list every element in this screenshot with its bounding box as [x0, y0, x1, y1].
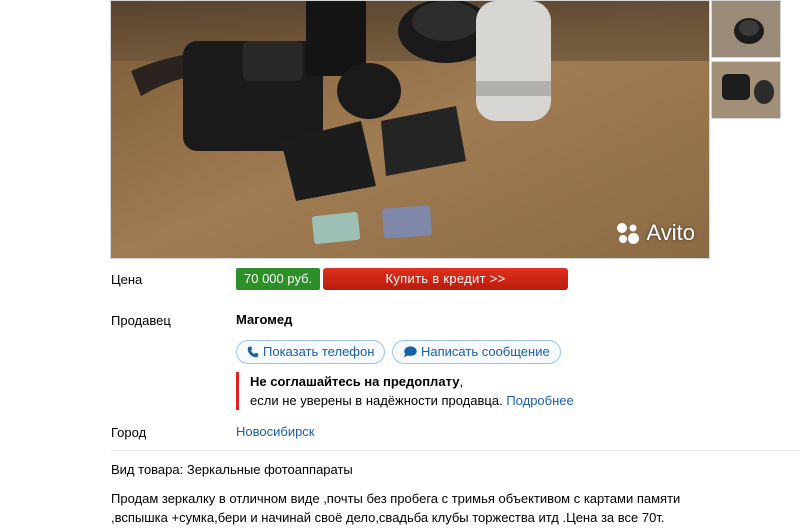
phone-icon — [247, 346, 259, 358]
item-category: Вид товара: Зеркальные фотоаппараты — [111, 462, 353, 477]
thumbnail-1[interactable] — [711, 0, 781, 58]
seller-name: Магомед — [236, 312, 293, 327]
warning-title-line: Не соглашайтесь на предоплату, — [250, 372, 574, 391]
show-phone-label: Показать телефон — [263, 344, 375, 359]
thumbnail-image — [712, 62, 780, 118]
warning-title: Не соглашайтесь на предоплату — [250, 374, 460, 389]
item-description: Продам зеркалку в отличном виде ,почты б… — [111, 491, 681, 525]
avito-watermark: Avito — [615, 220, 695, 246]
warning-text: если не уверены в надёжности продавца. — [250, 393, 503, 408]
warning-more-link[interactable]: Подробнее — [506, 393, 573, 408]
write-message-button[interactable]: Написать сообщение — [392, 340, 561, 364]
price-label: Цена — [111, 272, 143, 287]
section-divider — [111, 450, 800, 451]
thumbnail-2[interactable] — [711, 61, 781, 119]
seller-label: Продавец — [111, 313, 171, 328]
city-label: Город — [111, 425, 147, 440]
message-bubble-icon — [403, 346, 417, 358]
prepayment-warning: Не соглашайтесь на предоплату, если не у… — [236, 372, 574, 410]
show-phone-button[interactable]: Показать телефон — [236, 340, 386, 364]
main-photo[interactable]: Avito — [110, 0, 710, 259]
price-badge: 70 000 руб. — [236, 268, 321, 290]
watermark-text: Avito — [646, 220, 695, 245]
avito-logo-icon — [617, 223, 640, 244]
write-message-label: Написать сообщение — [421, 344, 550, 359]
city-link[interactable]: Новосибирск — [236, 424, 315, 439]
thumbnail-image — [712, 1, 780, 57]
warning-title-suffix: , — [459, 374, 464, 389]
warning-text-line: если не уверены в надёжности продавца. П… — [250, 391, 574, 410]
buy-on-credit-button[interactable]: Купить в кредит >> — [323, 268, 568, 290]
